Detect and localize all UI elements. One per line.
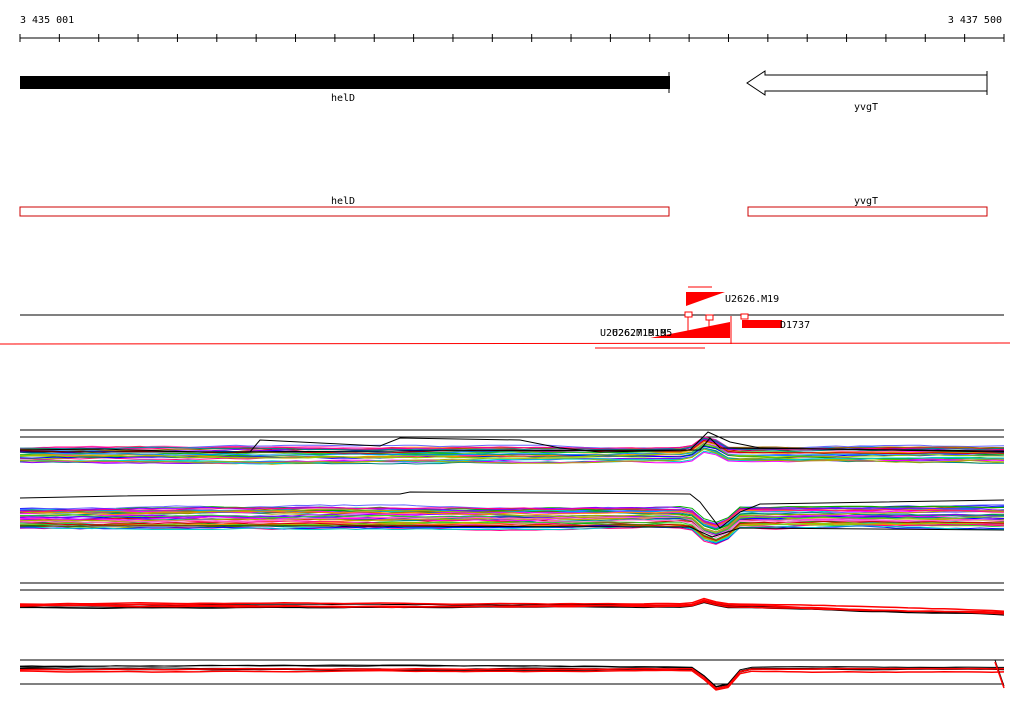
outline-helD-label: helD [331,196,355,207]
feature-overlap-label-2: U2627.M19 [612,328,666,339]
feature-marker-3[interactable] [740,313,749,320]
outline-helD-box[interactable] [19,206,670,217]
expression-profile-line [19,669,1005,691]
genome-browser-canvas: 3 435 001 3 437 500 helD yvgT helD yvgT … [0,15,1011,691]
expression-track-group-4 [19,659,1005,691]
expression-track-group-3 [19,582,1005,616]
feature-marker-2[interactable] [705,314,714,321]
gene-yvgT-arrow[interactable] [746,70,988,96]
feature-right-label: D1737 [780,320,810,331]
gene-yvgT-label: yvgT [854,102,878,113]
outline-yvgT-label: yvgT [854,196,878,207]
feature-track: U2626.M19 D1737 U2626.M19 M5 U2627.M19 [0,286,1011,349]
gene-track: helD yvgT [20,70,988,113]
gene-outline-track: helD yvgT [19,196,988,217]
expression-track-group-1 [19,429,1005,465]
feature-marker-1[interactable] [684,311,693,318]
gene-helD-bar[interactable] [20,76,670,89]
feature-triangle-upper[interactable] [686,292,725,306]
feature-upper-label: U2626.M19 [725,294,779,305]
coordinate-start-label: 3 435 001 [20,15,74,26]
feature-block-right[interactable] [742,320,782,328]
coordinate-ruler [19,34,1005,42]
coordinate-end-label: 3 437 500 [948,15,1002,26]
expression-track-group-2 [19,491,1005,545]
gene-helD-label: helD [331,93,355,104]
outline-yvgT-box[interactable] [747,206,988,217]
